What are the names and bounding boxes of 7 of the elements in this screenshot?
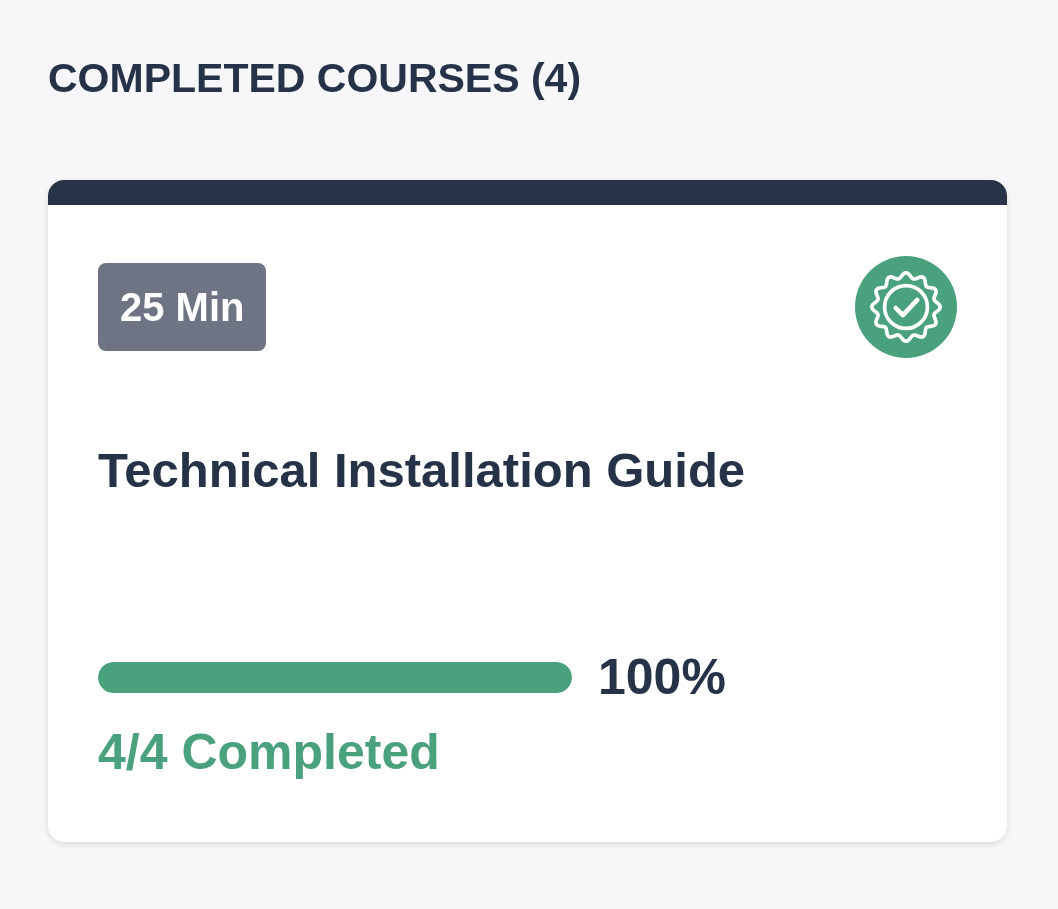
verified-seal-icon (855, 256, 957, 358)
completion-status: 4/4 Completed (98, 723, 440, 782)
duration-badge: 25 Min (98, 263, 267, 351)
progress-percentage: 100% (598, 648, 726, 707)
course-card[interactable]: 25 Min Technical Installation Guide 100% 4/4 Completed (48, 180, 1007, 842)
section-heading: COMPLETED COURSES (4) (48, 54, 582, 103)
course-title: Technical Installation Guide (98, 442, 746, 499)
